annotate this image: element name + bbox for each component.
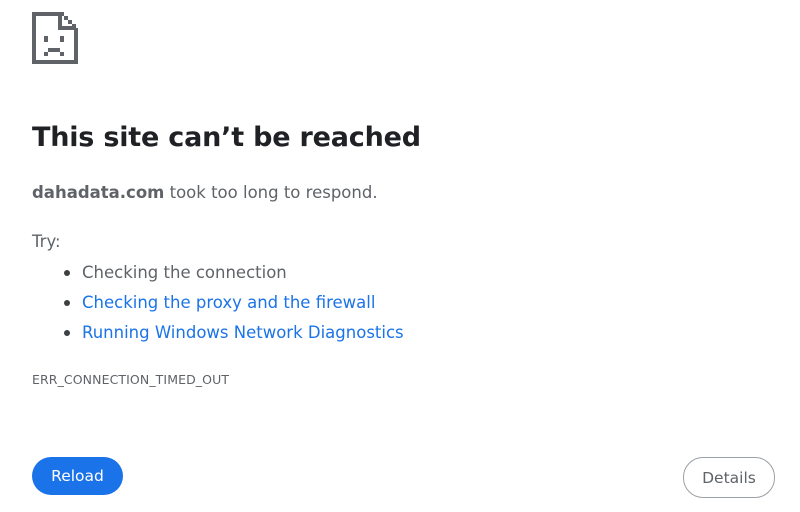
site-host: dahadata.com [32,183,165,202]
page-title: This site can’t be reached [32,122,421,153]
details-button[interactable]: Details [683,457,775,498]
suggestion-check-proxy-firewall: Checking the proxy and the firewall [32,290,404,320]
sad-page-icon [32,12,78,64]
suggestion-label: Checking the connection [82,263,287,282]
suggestion-check-connection: Checking the connection [32,260,404,290]
check-proxy-firewall-link[interactable]: Checking the proxy and the firewall [82,293,375,312]
bullet-icon [64,330,70,336]
bullet-icon [64,270,70,276]
error-code: ERR_CONNECTION_TIMED_OUT [32,372,230,387]
error-summary: dahadata.com took too long to respond. [32,183,378,202]
try-label: Try: [32,232,61,251]
bullet-icon [64,300,70,306]
suggestion-network-diagnostics: Running Windows Network Diagnostics [32,320,404,350]
network-diagnostics-link[interactable]: Running Windows Network Diagnostics [82,323,404,342]
reload-button[interactable]: Reload [32,457,123,495]
summary-message: took too long to respond. [164,183,378,202]
suggestions-list: Checking the connection Checking the pro… [32,260,404,350]
